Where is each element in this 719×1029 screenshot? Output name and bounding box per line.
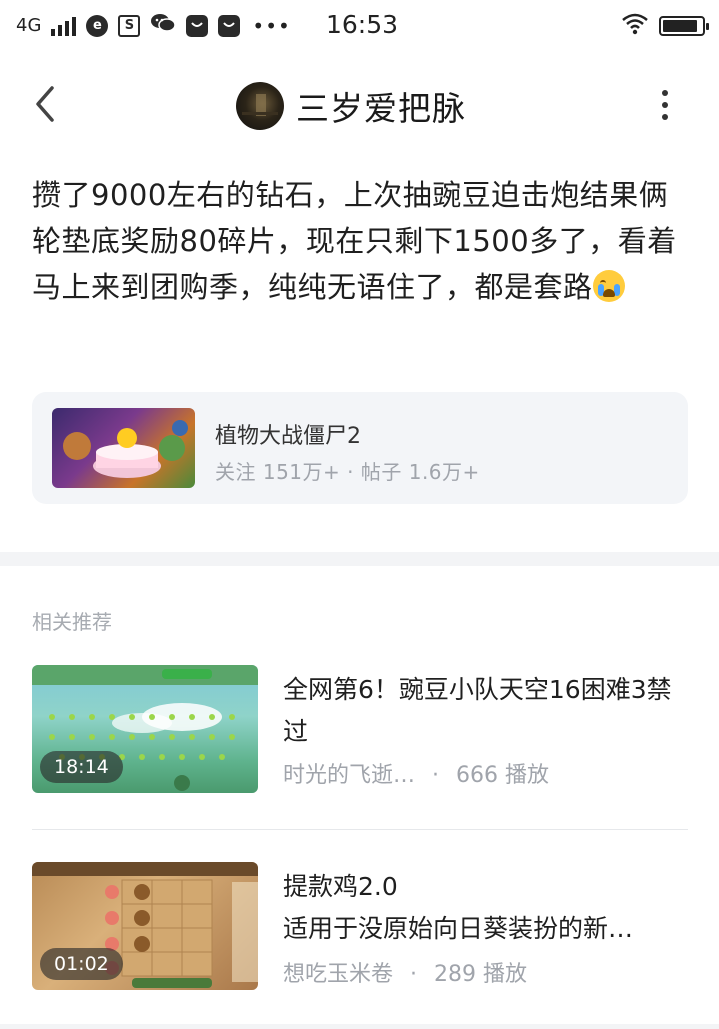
browser-icon: e	[86, 14, 109, 37]
video-meta: 时光的飞逝… · 666 播放	[283, 757, 549, 789]
video-duration: 01:02	[40, 948, 123, 980]
wifi-icon	[621, 13, 649, 39]
post-body: 攒了9000左右的钻石，上次抽豌豆迫击炮结果俩轮垫底奖励80碎片，现在只剩下15…	[32, 172, 694, 310]
more-button[interactable]	[652, 90, 678, 120]
wechat-icon	[150, 12, 177, 39]
video-author: 想吃玉米卷	[283, 962, 394, 987]
more-vertical-icon-dot	[662, 90, 668, 96]
game-card[interactable]: 植物大战僵尸2 关注 151万+ · 帖子 1.6万+	[32, 392, 688, 504]
more-vertical-icon-dot	[662, 114, 668, 120]
dot-separator: ·	[432, 763, 440, 788]
video-duration: 18:14	[40, 751, 123, 783]
game-name: 植物大战僵尸2	[215, 424, 361, 449]
status-time: 16:53	[326, 10, 399, 39]
signal-icon	[51, 16, 77, 36]
shopping-bag-icon	[186, 14, 209, 37]
post-text: 攒了9000左右的钻石，上次抽豌豆迫击炮结果俩轮垫底奖励80碎片，现在只剩下15…	[32, 178, 677, 304]
game-thumbnail	[52, 408, 195, 488]
back-button[interactable]	[28, 84, 62, 124]
video-author: 时光的飞逝…	[283, 763, 416, 788]
status-left: 4G e S •••	[16, 12, 291, 39]
dot-separator: ·	[410, 962, 418, 987]
game-meta: 关注 151万+ · 帖子 1.6万+	[215, 460, 480, 484]
bottom-divider	[0, 1024, 719, 1029]
battery-icon	[659, 16, 709, 36]
page-title: 三岁爱把脉	[296, 89, 466, 128]
video-plays: 289 播放	[434, 962, 528, 987]
video-thumbnail: 01:02	[32, 862, 258, 990]
nav-bar: 三岁爱把脉	[0, 60, 719, 150]
section-divider	[0, 552, 719, 566]
list-divider	[32, 829, 688, 830]
video-title: 全网第6！豌豆小队天空16困难3禁过	[283, 675, 672, 746]
status-bar: 4G e S ••• 16:53	[0, 0, 719, 52]
video-thumbnail: 18:14	[32, 665, 258, 793]
section-title: 相关推荐	[32, 610, 112, 634]
shopping-bag-icon-2	[218, 14, 241, 37]
video-title: 提款鸡2.0 适用于没原始向日葵装扮的新…	[283, 872, 634, 943]
list-item[interactable]: 18:14 全网第6！豌豆小队天空16困难3禁过 时光的飞逝… · 666 播放	[32, 665, 688, 795]
status-right	[621, 13, 709, 39]
s-app-icon: S	[118, 14, 141, 37]
tear	[613, 284, 620, 296]
list-item[interactable]: 01:02 提款鸡2.0 适用于没原始向日葵装扮的新… 想吃玉米卷 · 289 …	[32, 862, 688, 992]
video-plays: 666 播放	[456, 763, 550, 788]
network-label: 4G	[16, 15, 42, 36]
battery-level	[663, 20, 697, 32]
nav-title-group[interactable]: 三岁爱把脉	[236, 82, 466, 130]
tear	[597, 284, 604, 296]
avatar[interactable]	[236, 82, 284, 130]
chevron-left-icon	[36, 86, 54, 122]
video-meta: 想吃玉米卷 · 289 播放	[283, 956, 527, 988]
crying-face-emoji	[592, 270, 625, 302]
more-vertical-icon-dot	[662, 102, 668, 108]
more-notifications-icon: •••	[252, 13, 291, 38]
